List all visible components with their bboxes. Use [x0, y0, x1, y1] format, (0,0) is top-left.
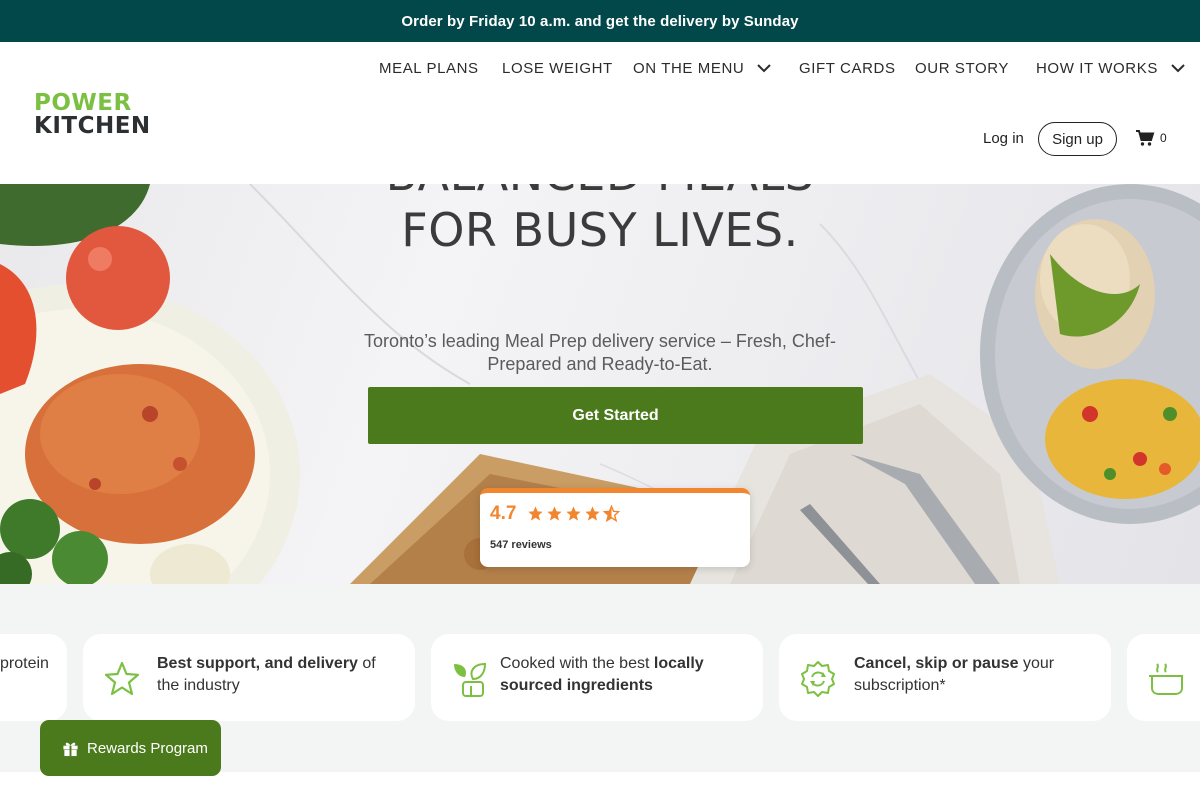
- feature-card-support: Best support, and delivery of the indust…: [83, 634, 415, 721]
- logo-line-1: POWER: [34, 90, 132, 116]
- main-nav: MEAL PLANS LOSE WEIGHT ON THE MENU GIFT …: [0, 56, 1200, 80]
- hero-title: BALANCED MEALS FOR BUSY LIVES.: [0, 184, 1200, 258]
- cart-icon[interactable]: [1135, 129, 1155, 147]
- hero-title-line-1: BALANCED MEALS: [0, 184, 1200, 202]
- review-count: 547 reviews: [490, 539, 552, 551]
- nav-lose-weight-label: LOSE WEIGHT: [502, 59, 613, 77]
- star-full-icon: [528, 506, 543, 521]
- nav-gift-cards[interactable]: GIFT CARDS: [799, 56, 896, 80]
- announcement-text: Order by Friday 10 a.m. and get the deli…: [401, 12, 799, 30]
- nav-on-the-menu-label: ON THE MENU: [633, 59, 745, 77]
- hero-subtitle: Toronto’s leading Meal Prep delivery ser…: [364, 331, 836, 374]
- pot-icon: [1149, 663, 1183, 695]
- feature-text: Cooked with the best locally sourced ing…: [500, 653, 740, 697]
- feature-text: protein: [0, 653, 60, 675]
- feature-text-pre: Cooked with the best: [500, 655, 654, 672]
- nav-meal-plans-label: MEAL PLANS: [379, 59, 479, 77]
- feature-text-bold: Best support, and delivery: [157, 655, 358, 672]
- page: Order by Friday 10 a.m. and get the deli…: [0, 0, 1200, 800]
- feature-card-cancel: Cancel, skip or pause your subscription*: [779, 634, 1111, 721]
- rewards-label: Rewards Program: [87, 739, 208, 757]
- nav-how-it-works-label: HOW IT WORKS: [1036, 59, 1158, 77]
- review-stars: [527, 505, 620, 522]
- star-full-icon: [585, 506, 600, 521]
- hero-title-line-2: FOR BUSY LIVES.: [401, 203, 799, 257]
- get-started-button[interactable]: Get Started: [368, 387, 863, 444]
- nav-on-the-menu[interactable]: ON THE MENU: [633, 56, 772, 80]
- nav-our-story-label: OUR STORY: [915, 59, 1010, 77]
- nav-lose-weight[interactable]: LOSE WEIGHT: [502, 56, 613, 80]
- feature-text-post: protein: [0, 655, 49, 672]
- nav-gift-cards-label: GIFT CARDS: [799, 59, 896, 77]
- feature-card-pot: [1127, 634, 1200, 721]
- chevron-down-icon: [757, 64, 772, 73]
- leaf-icon: [454, 662, 487, 697]
- announcement-bar: Order by Friday 10 a.m. and get the deli…: [0, 0, 1200, 42]
- star-full-icon: [566, 506, 581, 521]
- nav-meal-plans[interactable]: MEAL PLANS: [379, 56, 479, 80]
- chevron-down-icon: [1171, 64, 1185, 73]
- login-link[interactable]: Log in: [983, 130, 1024, 147]
- account-actions: Log in Sign up 0: [0, 122, 1200, 156]
- star-half-icon: [603, 505, 620, 522]
- feature-card-local: Cooked with the best locally sourced ing…: [431, 634, 763, 721]
- feature-text-bold: Cancel, skip or pause: [854, 655, 1019, 672]
- hero-section: BALANCED MEALS FOR BUSY LIVES. Toronto’s…: [0, 184, 1200, 584]
- star-icon: [104, 661, 140, 696]
- review-badge[interactable]: 4.7 547 reviews: [480, 488, 750, 567]
- nav-how-it-works[interactable]: HOW IT WORKS: [1036, 56, 1186, 80]
- feature-card-protein: protein: [0, 634, 67, 721]
- gift-icon: [63, 742, 78, 756]
- star-full-icon: [547, 506, 562, 521]
- feature-text: Best support, and delivery of the indust…: [157, 653, 397, 697]
- review-rating: 4.7: [490, 503, 517, 524]
- cart-count: 0: [1160, 131, 1167, 145]
- signup-button[interactable]: Sign up: [1038, 122, 1117, 156]
- feature-text: Cancel, skip or pause your subscription*: [854, 653, 1094, 697]
- cycle-badge-icon: [801, 661, 835, 697]
- site-header: POWER KITCHEN MEAL PLANS LOSE WEIGHT ON …: [0, 42, 1200, 184]
- rewards-program-button[interactable]: Rewards Program: [40, 720, 221, 776]
- nav-our-story[interactable]: OUR STORY: [915, 56, 1009, 80]
